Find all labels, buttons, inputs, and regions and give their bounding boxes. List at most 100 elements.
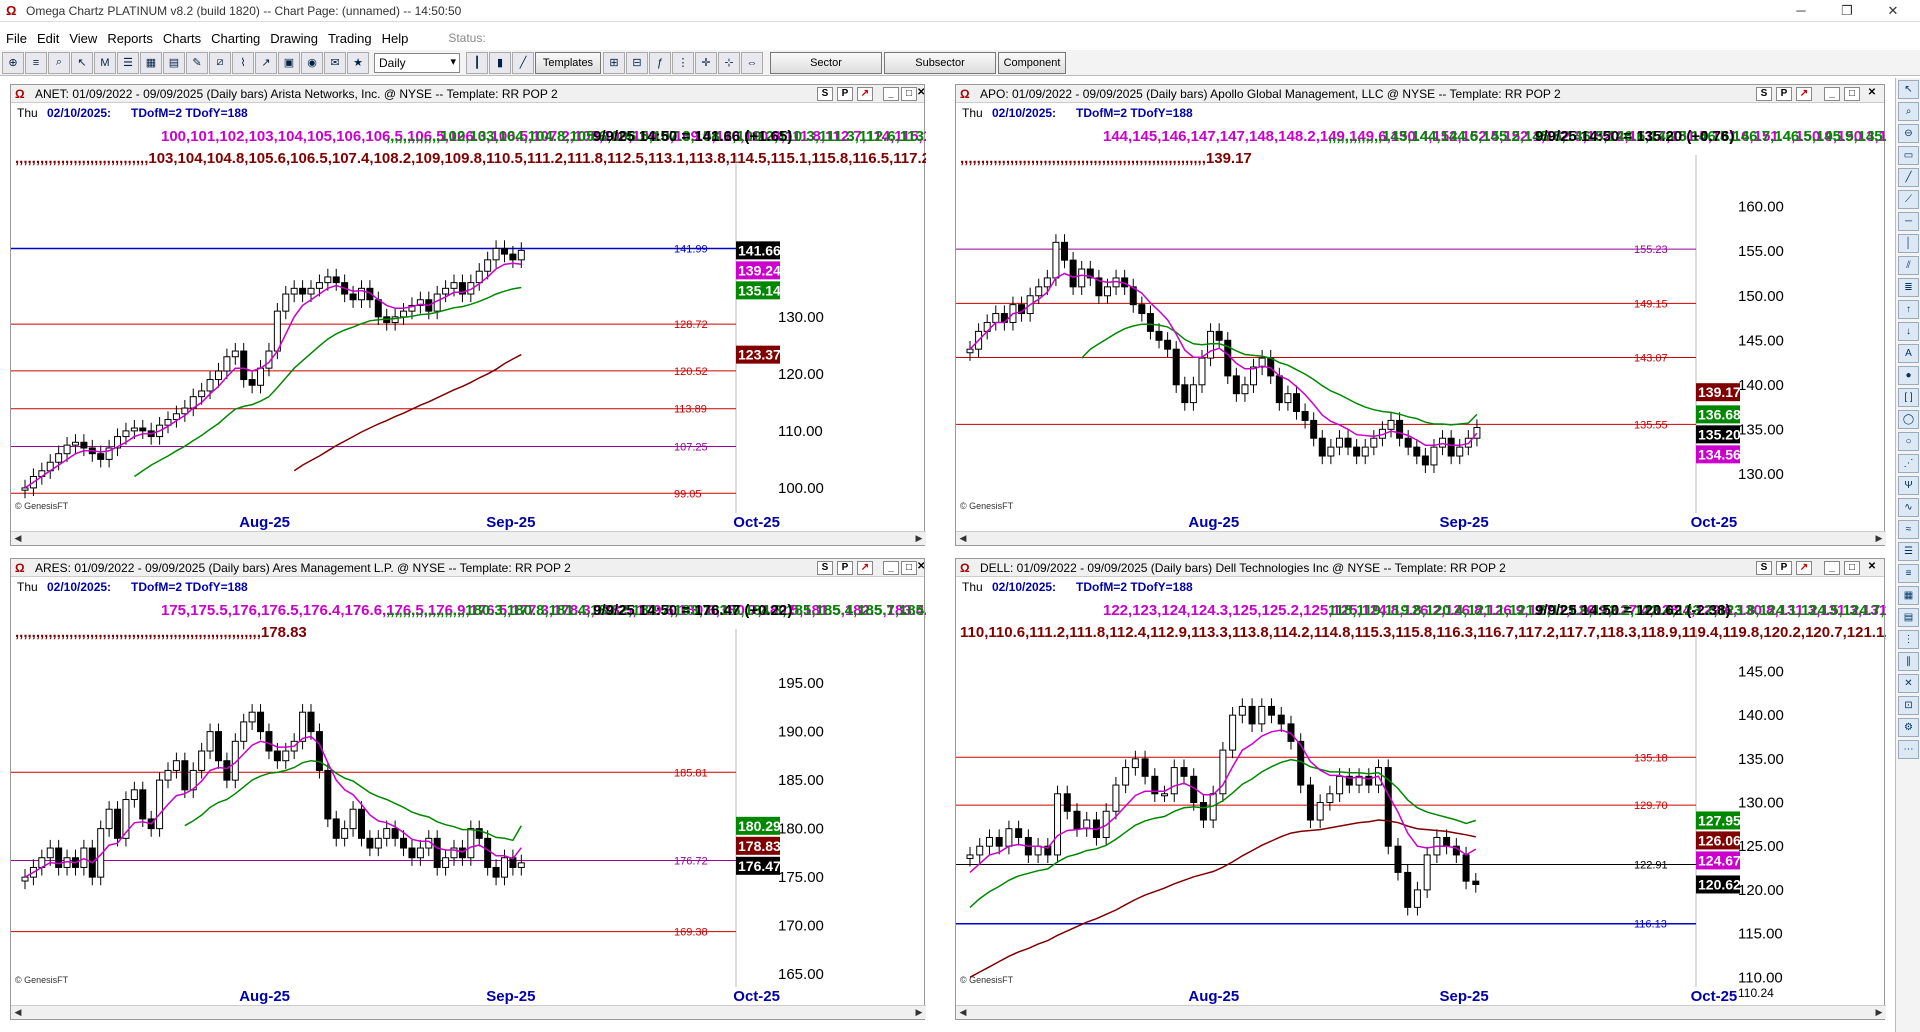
draw-channel-icon[interactable]: ⫽	[1898, 256, 1919, 275]
draw-bracket-icon[interactable]: [ ]	[1898, 388, 1919, 407]
subsector-button[interactable]: Subsector	[884, 51, 996, 74]
draw-arrow-up-icon[interactable]: ↑	[1898, 300, 1919, 319]
close-button[interactable]: ✕	[1870, 0, 1916, 22]
draw-text-icon[interactable]: A	[1898, 344, 1919, 363]
draw-trendline-icon[interactable]: ╱	[1898, 168, 1919, 187]
ema55-label: ,,,,,,,,,,,,,,,,,,,,,,,,,,,,,,,,103,104,…	[15, 150, 926, 167]
component-button[interactable]: Component	[998, 51, 1066, 74]
tool-plus-icon[interactable]: ⊹	[718, 51, 740, 74]
draw-stack-icon[interactable]: ☰	[1898, 542, 1919, 561]
draw-grid-icon[interactable]: ▦	[1898, 586, 1919, 605]
month-label: Aug-25	[239, 514, 290, 531]
horizontal-scrollbar[interactable]: ◀ ▶	[11, 1005, 926, 1019]
menu-drawing[interactable]: Drawing	[270, 31, 318, 46]
tool-pencil-icon[interactable]: ✎	[186, 51, 208, 74]
price-tag-label: 123.37	[738, 347, 781, 363]
draw-box-icon[interactable]: ▭	[1898, 146, 1919, 165]
draw-settings-icon[interactable]: ⚙	[1898, 718, 1919, 737]
draw-zoom-out-icon[interactable]: ⊖	[1898, 124, 1919, 143]
tool-chart-icon[interactable]: ⌇	[232, 51, 254, 74]
templates-button[interactable]: Templates	[535, 51, 601, 74]
tool-traffic-icon[interactable]: ≡	[25, 51, 47, 74]
draw-ray-icon[interactable]: ⟋	[1898, 190, 1919, 209]
menu-reports[interactable]: Reports	[107, 31, 153, 46]
tool-m-icon[interactable]: M	[94, 51, 116, 74]
draw-lock-icon[interactable]: ⊡	[1898, 696, 1919, 715]
scroll-right-icon[interactable]: ▶	[1872, 532, 1886, 545]
scroll-right-icon[interactable]: ▶	[1872, 1006, 1886, 1019]
draw-fib-icon[interactable]: ≣	[1898, 278, 1919, 297]
line-chart-icon[interactable]: ╱	[512, 51, 534, 74]
draw-hline-icon[interactable]: ─	[1898, 212, 1919, 231]
tool-zoom-icon[interactable]: ⌕	[48, 51, 70, 74]
tool-data-icon[interactable]: ⊟	[626, 51, 648, 74]
tool-report-icon[interactable]: ▣	[278, 51, 300, 74]
draw-levels-icon[interactable]: ≡	[1898, 564, 1919, 583]
draw-circle-icon[interactable]: ○	[1898, 432, 1919, 451]
draw-gann-icon[interactable]: ⋰	[1898, 454, 1919, 473]
tool-arrow-icon[interactable]: ↖	[71, 51, 93, 74]
draw-parallel-icon[interactable]: ∥	[1898, 652, 1919, 671]
scroll-left-icon[interactable]: ◀	[956, 1006, 970, 1019]
draw-wave-icon[interactable]: ≈	[1898, 520, 1919, 539]
restore-button[interactable]: ❐	[1824, 0, 1870, 22]
menu-help[interactable]: Help	[382, 31, 409, 46]
price-chart[interactable]: Thu 02/10/2025: TDofM=2 TDofY=188144,145,1…	[956, 85, 1886, 533]
draw-zoom-icon[interactable]: ⌕	[1898, 102, 1919, 121]
tool-note-icon[interactable]: ✉	[324, 51, 346, 74]
level-label: 129.70	[1634, 800, 1668, 812]
tool-scan-icon[interactable]: ⊞	[603, 51, 625, 74]
horizontal-scrollbar[interactable]: ◀ ▶	[956, 531, 1886, 545]
draw-vline-icon[interactable]: │	[1898, 234, 1919, 253]
menu-charting[interactable]: Charting	[211, 31, 260, 46]
draw-cycle-icon[interactable]: ∿	[1898, 498, 1919, 517]
draw-table-icon[interactable]: ▤	[1898, 608, 1919, 627]
tool-trend-icon[interactable]: ↗	[255, 51, 277, 74]
menu-edit[interactable]: Edit	[37, 31, 59, 46]
tool-target-icon[interactable]: ◉	[301, 51, 323, 74]
copyright-label: © GenesisFT	[15, 975, 69, 985]
draw-pitchfork-icon[interactable]: Ψ	[1898, 476, 1919, 495]
menu-charts[interactable]: Charts	[163, 31, 201, 46]
candle-body	[332, 818, 340, 839]
draw-ellipse-icon[interactable]: ◯	[1898, 410, 1919, 429]
tool-ruler-icon[interactable]: ⧄	[209, 51, 231, 74]
candle-body	[1326, 793, 1334, 804]
minimize-button[interactable]: ─	[1778, 0, 1824, 22]
tool-list-icon[interactable]: ☰	[117, 51, 139, 74]
candle-body	[492, 247, 500, 261]
menu-view[interactable]: View	[69, 31, 97, 46]
scroll-left-icon[interactable]: ◀	[956, 532, 970, 545]
menu-file[interactable]: File	[6, 31, 27, 46]
price-chart[interactable]: Thu 02/10/2025: TDofM=2 TDofY=188175,175.5…	[11, 559, 926, 1007]
horizontal-scrollbar[interactable]: ◀ ▶	[11, 531, 926, 545]
scroll-right-icon[interactable]: ▶	[912, 532, 926, 545]
draw-arrow-down-icon[interactable]: ↓	[1898, 322, 1919, 341]
draw-cursor-icon[interactable]: ↖	[1898, 80, 1919, 99]
bar-chart-icon[interactable]: ┃	[466, 51, 488, 74]
tool-expand-icon[interactable]: ⇔	[741, 51, 763, 74]
draw-list-icon[interactable]: ⋮	[1898, 630, 1919, 649]
tool-filter-icon[interactable]: ⋮	[672, 51, 694, 74]
period-select[interactable]: Daily	[374, 52, 460, 73]
tool-grid-icon[interactable]: ▦	[140, 51, 162, 74]
candle-body	[509, 253, 517, 261]
draw-erase-icon[interactable]: ✕	[1898, 674, 1919, 693]
price-chart[interactable]: Thu 02/10/2025: TDofM=2 TDofY=188100,101,1…	[11, 85, 926, 533]
scroll-right-icon[interactable]: ▶	[912, 1006, 926, 1019]
candle-body	[1131, 758, 1139, 769]
tool-compass-icon[interactable]: ⊕	[2, 51, 24, 74]
tool-table-icon[interactable]: ▤	[163, 51, 185, 74]
horizontal-scrollbar[interactable]: ◀ ▶	[956, 1005, 1886, 1019]
price-chart[interactable]: Thu 02/10/2025: TDofM=2 TDofY=188122,123,1…	[956, 559, 1886, 1007]
draw-color-icon[interactable]: ●	[1898, 366, 1919, 385]
sector-button[interactable]: Sector	[770, 51, 882, 74]
candle-chart-icon[interactable]: ▮	[489, 51, 511, 74]
tool-star-icon[interactable]: ★	[347, 51, 369, 74]
scroll-left-icon[interactable]: ◀	[11, 1006, 25, 1019]
tool-crosshair-icon[interactable]: ✛	[695, 51, 717, 74]
tool-fx-icon[interactable]: ƒ	[649, 51, 671, 74]
menu-trading[interactable]: Trading	[328, 31, 372, 46]
scroll-left-icon[interactable]: ◀	[11, 532, 25, 545]
draw-more-icon[interactable]: ⋯	[1898, 740, 1919, 759]
